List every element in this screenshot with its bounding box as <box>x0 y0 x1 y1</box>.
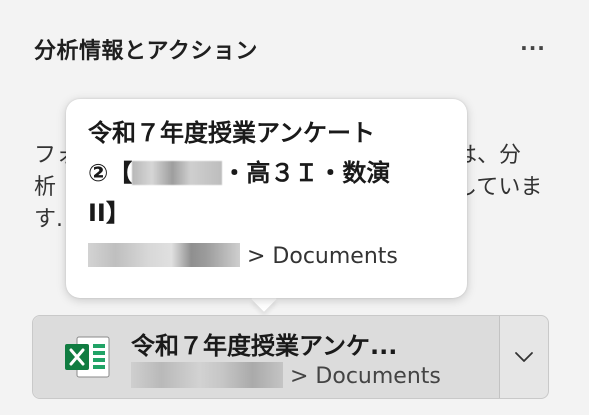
redacted-path <box>88 243 240 267</box>
file-tooltip: 令和７年度授業アンケート ②【 ・高３Ｉ・数演 II】 > Documents <box>66 99 467 298</box>
file-path: > Documents <box>131 362 441 389</box>
redacted-path <box>131 362 283 388</box>
tooltip-title-part-3: ・高３Ｉ・数演 <box>222 159 391 187</box>
tooltip-path-suffix: > Documents <box>247 244 398 269</box>
file-card: 令和７年度授業アンケ... > Documents <box>32 315 549 399</box>
file-options-dropdown[interactable] <box>500 316 548 398</box>
chevron-down-icon <box>515 352 533 362</box>
tooltip-title-part-4: II】 <box>88 199 130 227</box>
tooltip-title: 令和７年度授業アンケート ②【 ・高３Ｉ・数演 II】 <box>88 113 453 233</box>
file-path-suffix: > Documents <box>290 364 441 389</box>
redacted-text <box>132 161 223 185</box>
panel-title: 分析情報とアクション <box>34 39 258 64</box>
description-line-2-end: していま <box>455 175 543 200</box>
more-options-button[interactable]: ··· <box>516 38 550 62</box>
tooltip-title-part-1: 令和７年度授業アンケート <box>88 119 376 147</box>
tooltip-path: > Documents <box>88 243 398 269</box>
excel-icon <box>65 336 110 378</box>
tooltip-title-part-2: ②【 <box>88 159 133 187</box>
file-name: 令和７年度授業アンケ... <box>131 332 398 360</box>
open-file-button[interactable]: 令和７年度授業アンケ... > Documents <box>33 316 500 398</box>
